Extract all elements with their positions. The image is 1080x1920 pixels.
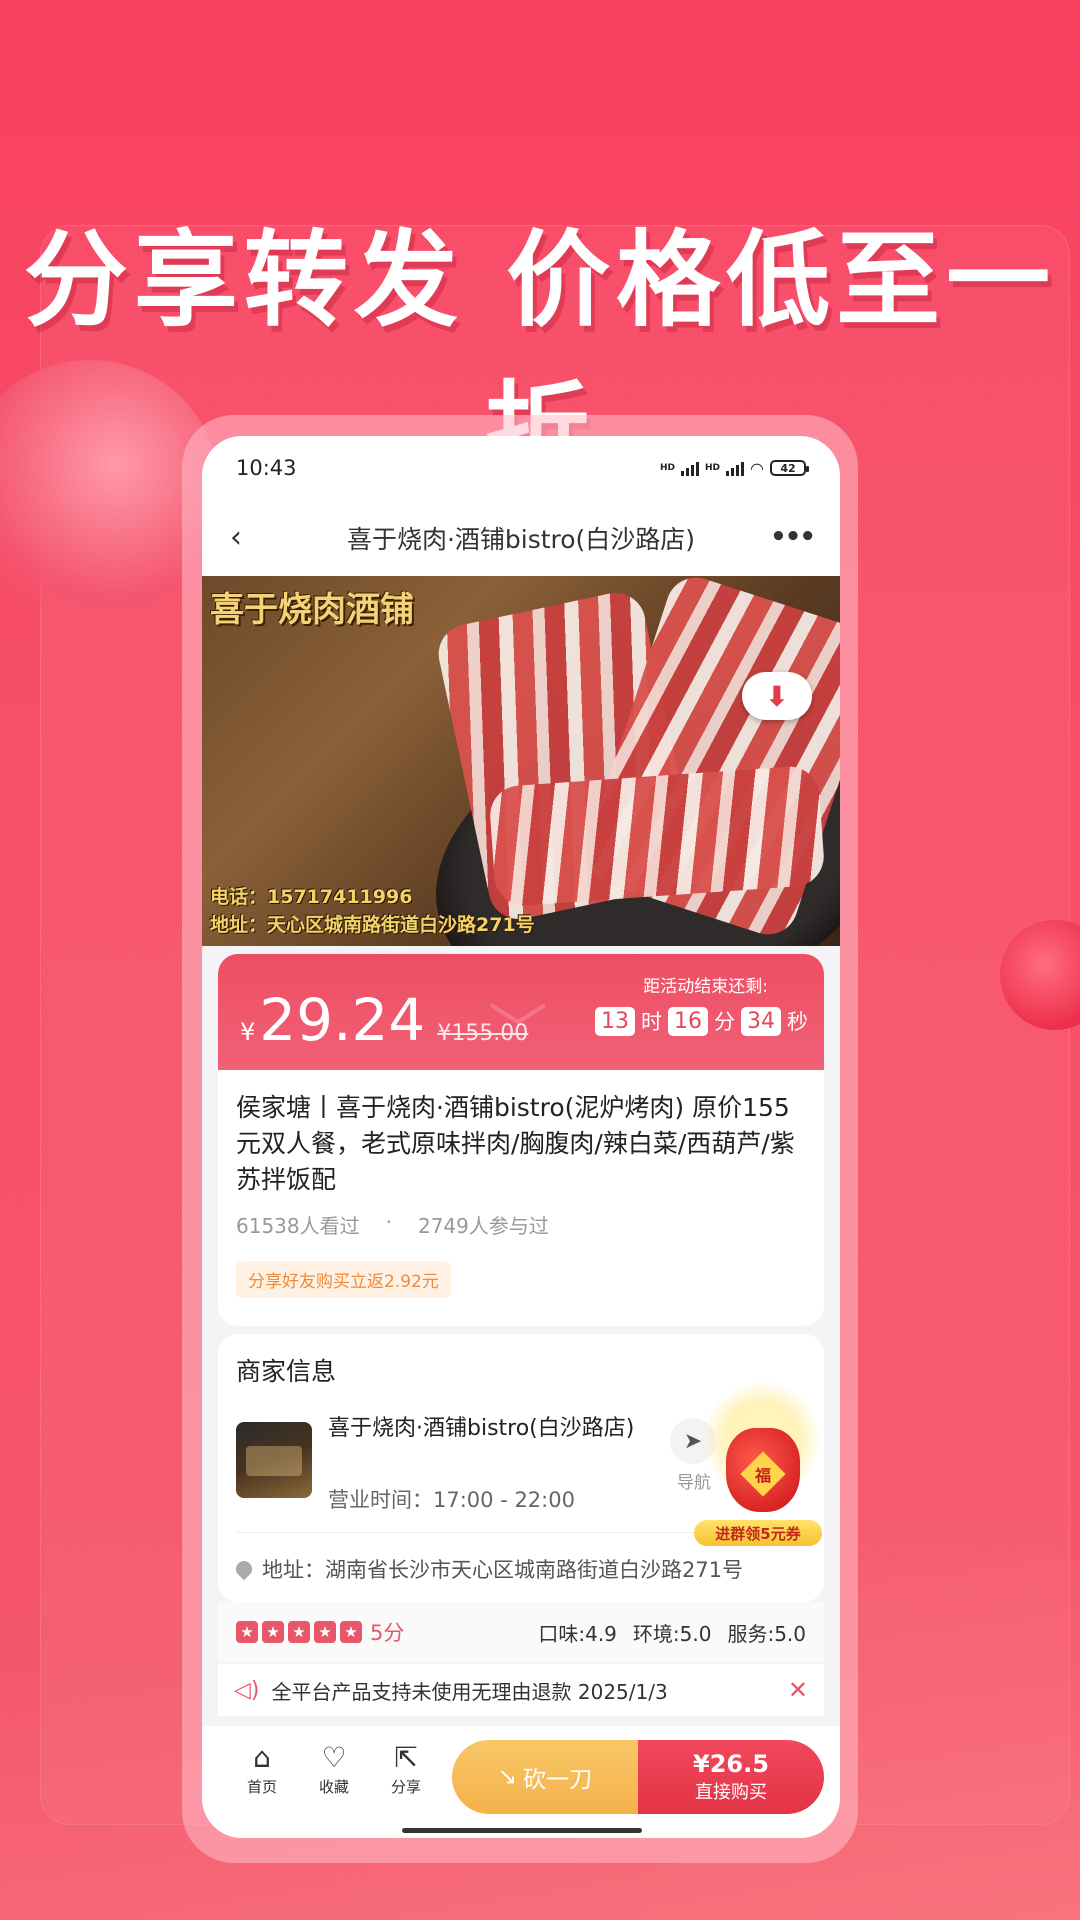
environment-score: 环境:5.0 (632, 1621, 712, 1646)
merchant-heading: 商家信息 (236, 1357, 337, 1386)
countdown-minutes-unit: 分 (714, 1010, 735, 1034)
buy-now-button[interactable]: ¥26.5 直接购买 (638, 1740, 824, 1814)
notice-text: 全平台产品支持未使用无理由退款 2025/1/3 (271, 1679, 668, 1704)
deal-title: 侯家塘丨喜于烧肉·酒铺bistro(泥炉烤肉) 原价155元双人餐，老式原味拌肉… (236, 1093, 795, 1194)
wifi-icon: ◠ (750, 458, 764, 478)
countdown-hours-unit: 时 (641, 1010, 662, 1034)
countdown-label: 距活动结束还剩: (643, 977, 768, 997)
rating-score: 5分 (370, 1621, 405, 1645)
download-cloud-icon[interactable]: ⬇ (742, 672, 812, 720)
buy-label: 直接购买 (695, 1782, 767, 1803)
hd-label: HD (660, 463, 676, 473)
close-icon[interactable]: ✕ (788, 1676, 808, 1704)
star-rating: ★ ★ ★ ★ ★ (236, 1621, 362, 1643)
bottom-bar: ⌂ 首页 ♡ 收藏 ⇱ 分享 ↘ 砍一刀 ¥26.5 直接购买 (202, 1726, 840, 1838)
home-icon: ⌂ (253, 1741, 271, 1774)
speaker-icon: ◁) (234, 1677, 260, 1703)
star-icon: ★ (262, 1621, 284, 1643)
countdown-hours: 13 (595, 1006, 635, 1036)
more-icon[interactable]: ••• (770, 522, 816, 552)
heart-icon: ♡ (321, 1741, 347, 1774)
signal-icon-2 (726, 460, 745, 476)
coupon-label[interactable]: 进群领5元券 (694, 1520, 822, 1546)
deal-card: ﹀ ¥ 29.24 ¥155.00 距活动结束还剩: 13 时 16 分 34 … (218, 954, 824, 1326)
stats-separator: · (385, 1210, 392, 1234)
taste-score: 口味:4.9 (538, 1621, 617, 1646)
views-count: 61538人看过 (236, 1214, 360, 1238)
price: ¥ 29.24 ¥155.00 (240, 986, 528, 1054)
location-pin-icon (232, 1557, 256, 1581)
nav-bar: ‹ 喜于烧肉·酒铺bistro(白沙路店) ••• (202, 500, 840, 576)
lucky-bag-icon: 福 (726, 1428, 800, 1512)
ratings-bar: ★ ★ ★ ★ ★ 5分 口味:4.9 环境:5.0 服务:5.0 (218, 1602, 824, 1662)
original-price: ¥155.00 (437, 1021, 529, 1046)
hd-label-2: HD (705, 463, 721, 473)
price-value: 29.24 (259, 986, 426, 1054)
merchant-address[interactable]: 地址：湖南省长沙市天心区城南路街道白沙路271号 (232, 1554, 744, 1584)
countdown: 13 时 16 分 34 秒 (595, 1006, 808, 1036)
star-icon: ★ (288, 1621, 310, 1643)
tab-favorite-label: 收藏 (318, 1778, 349, 1796)
deal-stats: 61538人看过 · 2749人参与过 (218, 1198, 824, 1239)
participants-count: 2749人参与过 (417, 1214, 549, 1238)
tab-favorite[interactable]: ♡ 收藏 (298, 1740, 370, 1797)
fu-character: 福 (754, 1465, 772, 1485)
price-bar: ﹀ ¥ 29.24 ¥155.00 距活动结束还剩: 13 时 16 分 34 … (218, 954, 824, 1070)
countdown-minutes: 16 (668, 1006, 708, 1036)
hero-title: 喜于烧肉酒铺 (210, 590, 414, 630)
knife-arrow-icon: ↘ (497, 1764, 518, 1790)
purchase-buttons: ↘ 砍一刀 ¥26.5 直接购买 (452, 1740, 824, 1814)
status-bar: 10:43 HD HD ◠ 42 (202, 436, 840, 500)
signal-icon (681, 460, 700, 476)
star-icon: ★ (314, 1621, 336, 1643)
status-icons: HD HD ◠ 42 (660, 458, 809, 478)
merchant-address-text: 地址：湖南省长沙市天心区城南路街道白沙路271号 (262, 1558, 744, 1582)
countdown-seconds: 34 (741, 1006, 781, 1036)
bargain-label: 砍一刀 (523, 1767, 593, 1793)
price-currency: ¥ (240, 1018, 256, 1046)
tab-share-label: 分享 (390, 1778, 421, 1796)
bargain-button[interactable]: ↘ 砍一刀 (452, 1740, 638, 1814)
merchant-hours: 营业时间：17:00 - 22:00 (328, 1488, 575, 1512)
hero-phone-caption: 电话：15717411996 (210, 886, 413, 908)
tab-home[interactable]: ⌂ 首页 (226, 1740, 298, 1797)
home-indicator (402, 1828, 642, 1833)
buy-price: ¥26.5 (693, 1750, 769, 1778)
phone-screen: 10:43 HD HD ◠ 42 ‹ 喜于烧肉·酒铺bistro(白沙路店) •… (202, 436, 840, 1838)
star-icon: ★ (236, 1621, 258, 1643)
promo-tag[interactable]: 分享好友购买立返2.92元 (236, 1261, 451, 1298)
battery-icon: 42 (770, 460, 809, 476)
hero-image[interactable]: 喜于烧肉酒铺 电话：15717411996 地址：天心区城南路街道白沙路271号… (202, 576, 840, 946)
tab-home-label: 首页 (246, 1778, 277, 1796)
status-time: 10:43 (236, 456, 297, 480)
sub-scores: 口味:4.9 环境:5.0 服务:5.0 (538, 1618, 806, 1647)
tab-share[interactable]: ⇱ 分享 (370, 1740, 442, 1797)
share-icon: ⇱ (394, 1741, 418, 1774)
page-title: 喜于烧肉·酒铺bistro(白沙路店) (346, 525, 696, 554)
lucky-bag-widget[interactable]: 福 进群领5元券 (692, 1380, 832, 1550)
back-icon[interactable]: ‹ (230, 520, 242, 555)
meat-slice (488, 764, 826, 908)
star-icon: ★ (340, 1621, 362, 1643)
merchant-name[interactable]: 喜于烧肉·酒铺bistro(白沙路店) (328, 1412, 648, 1445)
hero-address-caption: 地址：天心区城南路街道白沙路271号 (210, 914, 535, 936)
merchant-thumbnail[interactable] (236, 1422, 312, 1498)
countdown-seconds-unit: 秒 (787, 1010, 808, 1034)
service-score: 服务:5.0 (727, 1621, 806, 1646)
refund-notice: ◁) 全平台产品支持未使用无理由退款 2025/1/3 ✕ (218, 1664, 824, 1716)
